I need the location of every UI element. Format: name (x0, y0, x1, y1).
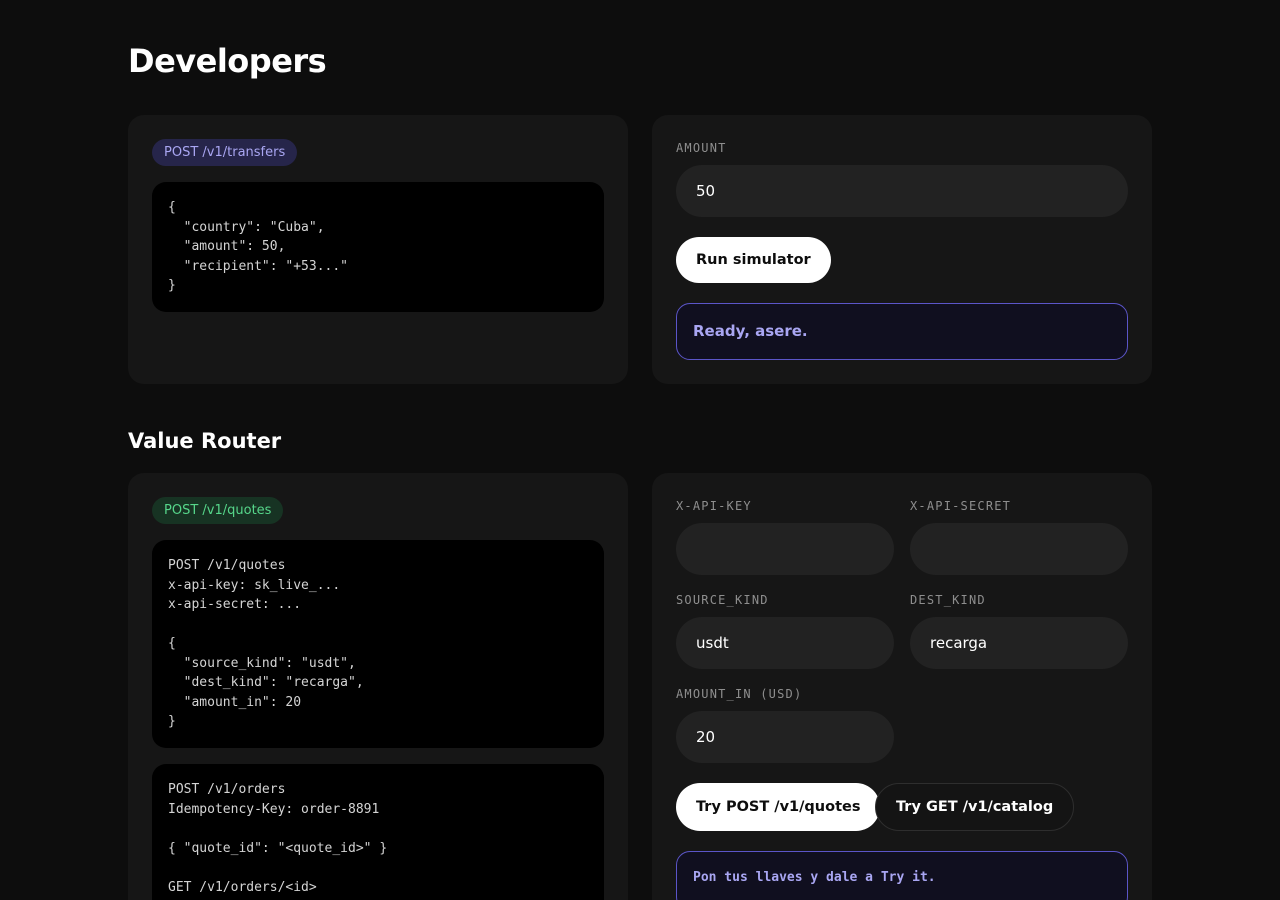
amount-input[interactable] (676, 165, 1128, 217)
dest-kind-label: DEST_KIND (910, 593, 986, 607)
router-status-text: Pon tus llaves y dale a Try it. (693, 870, 936, 885)
api-key-input[interactable] (676, 523, 894, 575)
transfers-endpoint-badge: POST /v1/transfers (152, 139, 298, 166)
quotes-code-block: POST /v1/quotes x-api-key: sk_live_... x… (152, 540, 604, 748)
developers-page: Developers POST /v1/transfers { "country… (0, 0, 1280, 900)
source-kind-label: SOURCE_KIND (676, 593, 769, 607)
try-catalog-button[interactable]: Try GET /v1/catalog (875, 783, 1075, 831)
router-try-card: X-API-KEY X-API-SECRET SOURCE_KIND DEST_… (652, 473, 1152, 900)
value-router-title: Value Router (128, 429, 282, 453)
quotes-endpoint-badge: POST /v1/quotes (152, 497, 284, 524)
run-simulator-button[interactable]: Run simulator (676, 237, 831, 283)
api-secret-label: X-API-SECRET (910, 499, 1012, 513)
transfers-code-block: { "country": "Cuba", "amount": 50, "reci… (152, 182, 604, 312)
api-secret-input[interactable] (910, 523, 1128, 575)
api-key-label: X-API-KEY (676, 499, 752, 513)
amount-in-input[interactable] (676, 711, 894, 763)
source-kind-input[interactable] (676, 617, 894, 669)
router-status: Pon tus llaves y dale a Try it. (676, 851, 1128, 900)
amount-label: AMOUNT (676, 141, 727, 155)
dest-kind-input[interactable] (910, 617, 1128, 669)
transfers-simulator-card: AMOUNT Run simulator Ready, asere. (652, 115, 1152, 384)
simulator-status: Ready, asere. (676, 303, 1128, 360)
page-title: Developers (128, 42, 327, 80)
try-quotes-button[interactable]: Try POST /v1/quotes (676, 783, 881, 831)
orders-code-block: POST /v1/orders Idempotency-Key: order-8… (152, 764, 604, 900)
transfers-code-card: POST /v1/transfers { "country": "Cuba", … (128, 115, 628, 384)
router-code-card: POST /v1/quotes POST /v1/quotes x-api-ke… (128, 473, 628, 900)
amount-in-label: AMOUNT_IN (USD) (676, 687, 803, 701)
simulator-status-text: Ready, asere. (693, 322, 808, 340)
